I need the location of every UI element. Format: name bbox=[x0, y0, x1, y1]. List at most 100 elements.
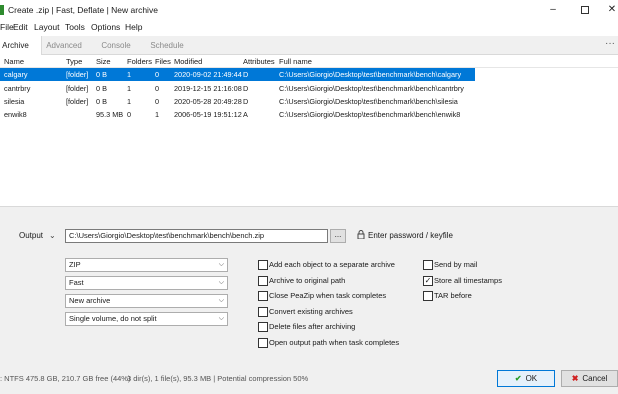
column-header-attributes[interactable]: Attributes bbox=[243, 56, 275, 68]
browse-button[interactable]: ... bbox=[330, 229, 346, 243]
cell-files: 0 bbox=[155, 84, 160, 93]
menu-layout[interactable]: Layout bbox=[34, 20, 60, 34]
checkbox-label: Send by mail bbox=[434, 260, 478, 269]
table-row[interactable]: enwik8 95.3 MB 0 1 2006-05-19 19:51:12 A… bbox=[0, 108, 618, 121]
cell-attributes: D bbox=[243, 84, 249, 93]
column-header-type[interactable]: Type bbox=[66, 56, 82, 68]
maximize-icon bbox=[581, 6, 589, 14]
checkmark-icon: ✓ bbox=[424, 276, 432, 285]
output-dropdown-icon[interactable]: ⌄ bbox=[49, 230, 56, 242]
window-title: Create .zip | Fast, Deflate | New archiv… bbox=[8, 5, 158, 15]
cell-files: 0 bbox=[155, 97, 160, 106]
menu-edit[interactable]: Edit bbox=[13, 20, 28, 34]
cell-size: 0 B bbox=[96, 84, 107, 93]
mode-select[interactable]: New archive ⌵ bbox=[65, 294, 228, 308]
file-list: Name Type Size Folders Files Modified At… bbox=[0, 56, 618, 206]
cell-full-name: C:\Users\Giorgio\Desktop\test\benchmark\… bbox=[279, 70, 462, 79]
checkbox-delete-files[interactable] bbox=[258, 322, 268, 332]
checkbox-label: Open output path when task completes bbox=[269, 338, 400, 347]
menu-help[interactable]: Help bbox=[125, 20, 142, 34]
menu-options[interactable]: Options bbox=[91, 20, 120, 34]
volume-select[interactable]: Single volume, do not split ⌵ bbox=[65, 312, 228, 326]
checkbox-send-mail[interactable] bbox=[423, 260, 433, 270]
format-select[interactable]: ZIP ⌵ bbox=[65, 258, 228, 272]
chevron-down-icon: ⌵ bbox=[218, 315, 224, 322]
title-bar: Create .zip | Fast, Deflate | New archiv… bbox=[0, 0, 618, 20]
checkbox-close-peazip[interactable] bbox=[258, 291, 268, 301]
cell-folders: 1 bbox=[127, 70, 132, 79]
more-options-icon[interactable]: ··· bbox=[605, 36, 615, 52]
cell-size: 0 B bbox=[96, 97, 107, 106]
tab-schedule[interactable]: Schedule bbox=[141, 36, 193, 55]
checkbox-label: Add each object to a separate archive bbox=[269, 260, 395, 269]
chevron-down-icon: ⌵ bbox=[218, 279, 224, 286]
cell-modified: 2006-05-19 19:51:12 bbox=[174, 110, 242, 119]
column-header-files[interactable]: Files bbox=[155, 56, 171, 68]
format-select-value: ZIP bbox=[69, 260, 81, 269]
chevron-down-icon: ⌵ bbox=[218, 261, 224, 268]
cell-name: cantrbry bbox=[4, 84, 31, 93]
checkbox-label: Delete files after archiving bbox=[269, 322, 356, 331]
maximize-button[interactable] bbox=[575, 2, 595, 18]
column-header-full-name[interactable]: Full name bbox=[279, 56, 312, 68]
column-header-folders[interactable]: Folders bbox=[127, 56, 152, 68]
menu-tools[interactable]: Tools bbox=[65, 20, 85, 34]
app-icon bbox=[0, 5, 4, 15]
checkbox-tar-before[interactable] bbox=[423, 291, 433, 301]
checkbox-separate-archive[interactable] bbox=[258, 260, 268, 270]
menu-file[interactable]: File bbox=[0, 20, 14, 34]
cell-type: [folder] bbox=[66, 97, 89, 106]
level-select-value: Fast bbox=[69, 278, 84, 287]
output-path-field[interactable]: C:\Users\Giorgio\Desktop\test\benchmark\… bbox=[65, 229, 328, 243]
close-button[interactable]: ✕ bbox=[602, 2, 618, 18]
cell-modified: 2020-09-02 21:49:44 bbox=[174, 70, 242, 79]
volume-select-value: Single volume, do not split bbox=[69, 314, 157, 323]
table-row[interactable]: cantrbry [folder] 0 B 1 0 2019-12-15 21:… bbox=[0, 82, 618, 95]
checkbox-label: Store all timestamps bbox=[434, 276, 502, 285]
password-link[interactable]: Enter password / keyfile bbox=[368, 230, 453, 242]
checkbox-label: Convert existing archives bbox=[269, 307, 353, 316]
tab-advanced[interactable]: Advanced bbox=[38, 36, 90, 55]
cell-name: enwik8 bbox=[4, 110, 27, 119]
cancel-button[interactable]: ✖ Cancel bbox=[561, 370, 618, 387]
cell-type: [folder] bbox=[66, 70, 89, 79]
table-row[interactable]: calgary [folder] 0 B 1 0 2020-09-02 21:4… bbox=[0, 68, 618, 81]
status-summary: 3 dir(s), 1 file(s), 95.3 MB | Potential… bbox=[127, 374, 309, 383]
menu-bar: File Edit Layout Tools Options Help bbox=[0, 20, 618, 35]
cell-size: 95.3 MB bbox=[96, 110, 124, 119]
cross-icon: ✖ bbox=[571, 374, 579, 383]
checkbox-label: Close PeaZip when task completes bbox=[269, 291, 387, 300]
cell-full-name: C:\Users\Giorgio\Desktop\test\benchmark\… bbox=[279, 110, 461, 119]
checkbox-original-path[interactable] bbox=[258, 276, 268, 286]
checkbox-label: TAR before bbox=[434, 291, 472, 300]
level-select[interactable]: Fast ⌵ bbox=[65, 276, 228, 290]
tab-archive[interactable]: Archive bbox=[0, 36, 42, 55]
ok-button[interactable]: ✔ OK bbox=[497, 370, 555, 387]
column-header-size[interactable]: Size bbox=[96, 56, 111, 68]
checkbox-store-timestamps[interactable]: ✓ bbox=[423, 276, 433, 286]
tab-console[interactable]: Console bbox=[90, 36, 142, 55]
cell-folders: 1 bbox=[127, 84, 132, 93]
cell-folders: 0 bbox=[127, 110, 132, 119]
column-header-modified[interactable]: Modified bbox=[174, 56, 202, 68]
cell-size: 0 B bbox=[96, 70, 107, 79]
cell-modified: 2020-05-28 20:49:28 bbox=[174, 97, 242, 106]
column-header-name[interactable]: Name bbox=[4, 56, 24, 68]
cell-files: 1 bbox=[155, 110, 160, 119]
checkbox-label: Archive to original path bbox=[269, 276, 346, 285]
cancel-label: Cancel bbox=[582, 374, 608, 383]
cell-full-name: C:\Users\Giorgio\Desktop\test\benchmark\… bbox=[279, 84, 464, 93]
status-disk: : NTFS 475.8 GB, 210.7 GB free (44%) bbox=[0, 374, 131, 383]
table-row[interactable]: silesia [folder] 0 B 1 0 2020-05-28 20:4… bbox=[0, 95, 618, 108]
list-header: Name Type Size Folders Files Modified At… bbox=[0, 56, 618, 68]
ok-label: OK bbox=[525, 374, 538, 383]
cell-name: silesia bbox=[4, 97, 25, 106]
lock-icon bbox=[357, 230, 365, 239]
tab-bar: Archive Advanced Console Schedule ··· bbox=[0, 36, 618, 55]
cell-type: [folder] bbox=[66, 84, 89, 93]
minimize-button[interactable]: – bbox=[543, 2, 563, 18]
checkbox-convert-existing[interactable] bbox=[258, 307, 268, 317]
checkbox-open-output[interactable] bbox=[258, 338, 268, 348]
cell-modified: 2019-12-15 21:16:08 bbox=[174, 84, 242, 93]
cell-attributes: D bbox=[243, 70, 249, 79]
